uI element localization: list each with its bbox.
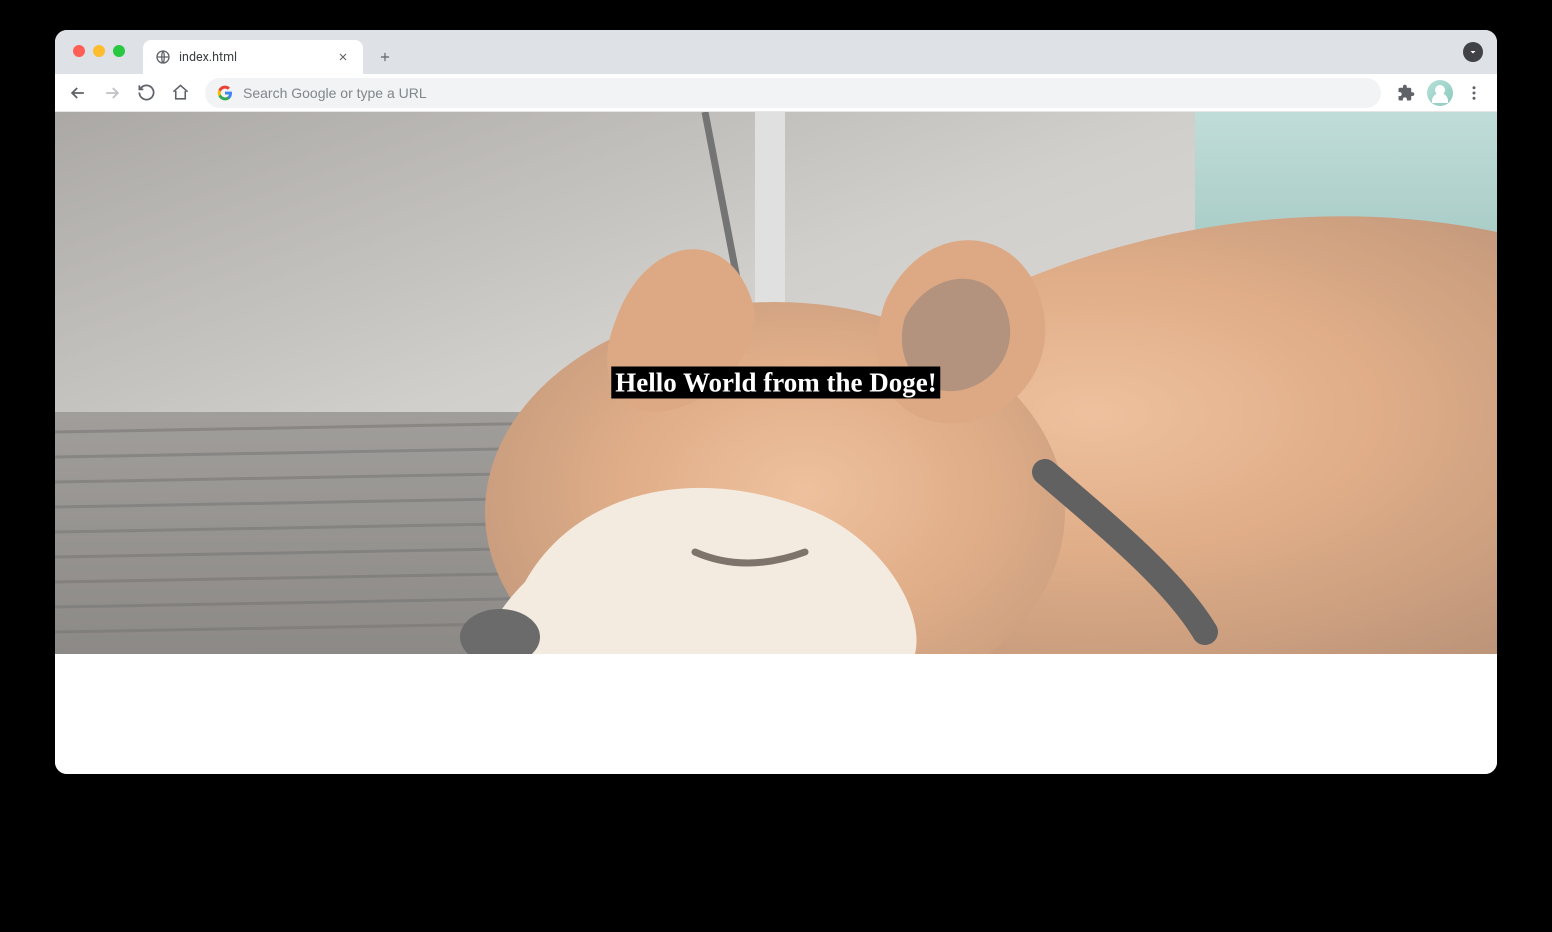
new-tab-button[interactable] [371, 43, 399, 71]
browser-window: index.html [55, 30, 1497, 774]
close-icon[interactable] [335, 49, 351, 65]
window-fullscreen-button[interactable] [113, 45, 125, 57]
reload-button[interactable] [131, 78, 161, 108]
back-button[interactable] [63, 78, 93, 108]
chevron-down-icon[interactable] [1463, 42, 1483, 62]
menu-button[interactable] [1459, 78, 1489, 108]
hero-heading: Hello World from the Doge! [611, 367, 940, 399]
globe-icon [155, 49, 171, 65]
tab-active[interactable]: index.html [143, 40, 363, 74]
window-minimize-button[interactable] [93, 45, 105, 57]
home-button[interactable] [165, 78, 195, 108]
hero-section: Hello World from the Doge! [55, 112, 1497, 654]
forward-button[interactable] [97, 78, 127, 108]
page-viewport: Hello World from the Doge! [55, 112, 1497, 774]
tab-bar: index.html [55, 30, 1497, 74]
window-controls [73, 45, 125, 57]
toolbar [55, 74, 1497, 112]
profile-avatar[interactable] [1427, 80, 1453, 106]
extensions-button[interactable] [1391, 78, 1421, 108]
google-icon [217, 85, 233, 101]
omnibox-input[interactable] [243, 85, 1369, 101]
hero-heading-wrap: Hello World from the Doge! [611, 368, 940, 399]
address-bar[interactable] [205, 78, 1381, 108]
tab-title: index.html [179, 50, 327, 65]
window-close-button[interactable] [73, 45, 85, 57]
tabs: index.html [143, 30, 399, 74]
